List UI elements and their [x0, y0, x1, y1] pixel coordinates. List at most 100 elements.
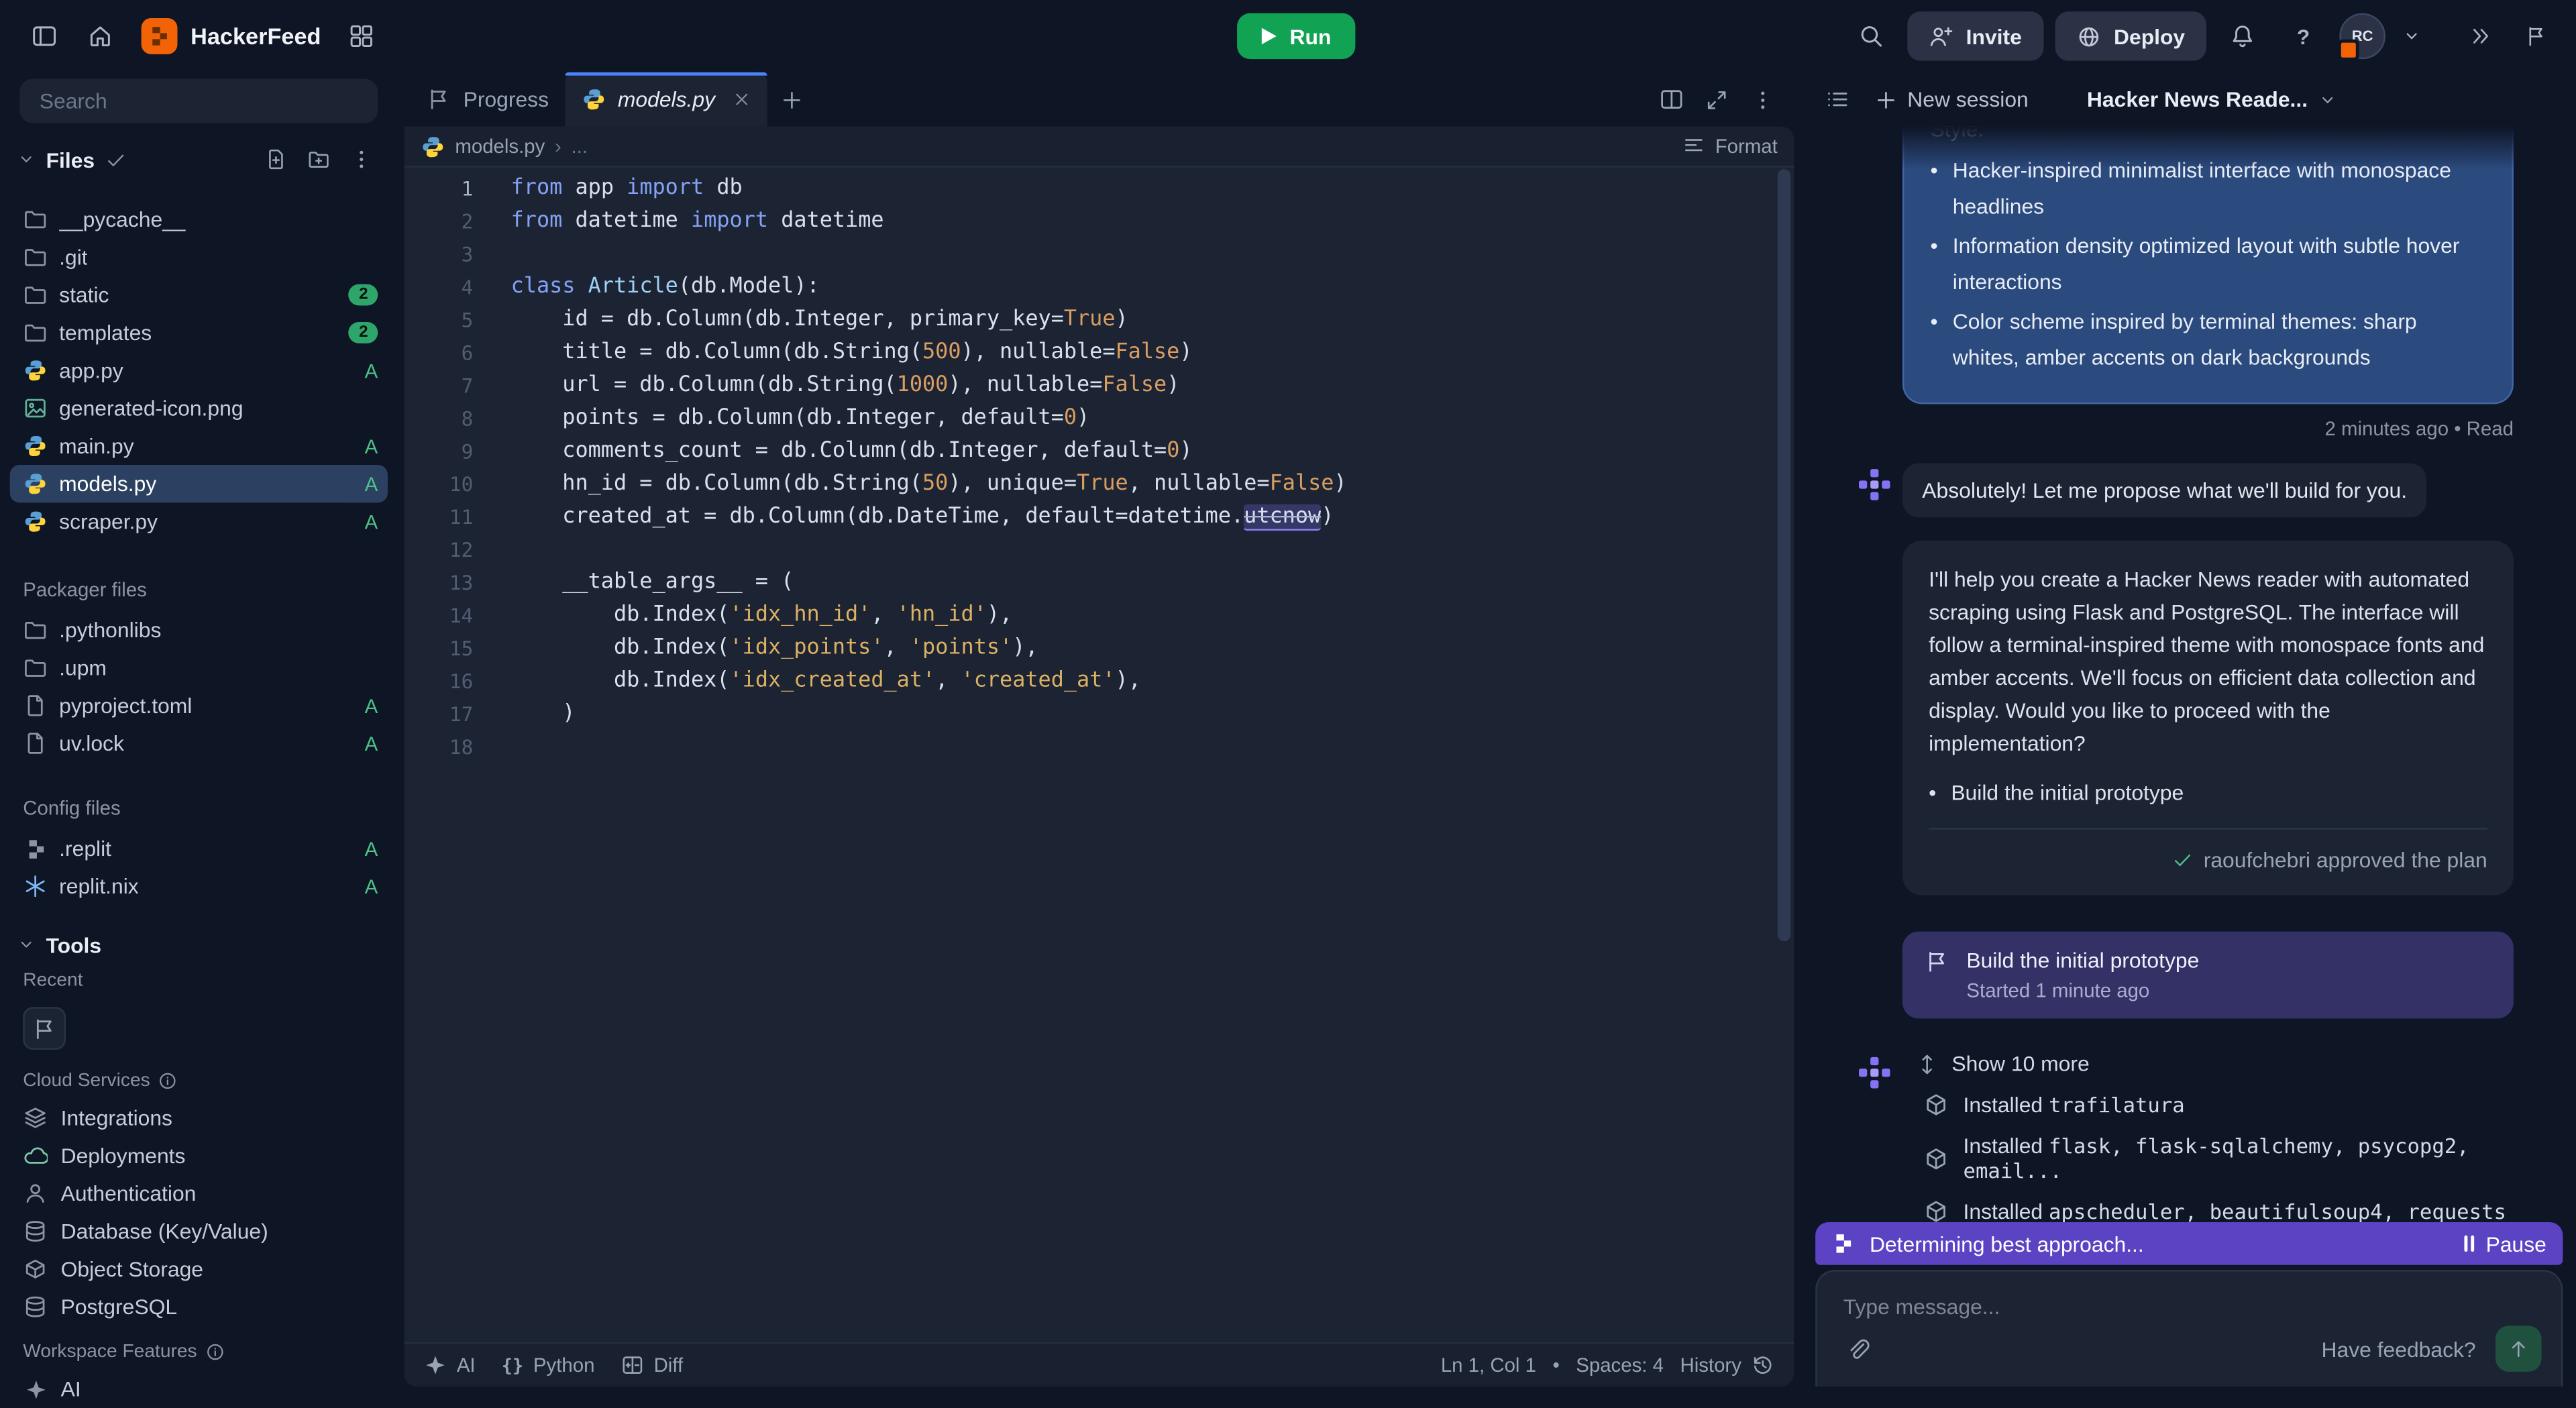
code-line[interactable]: comments_count = db.Column(db.Integer, d… — [511, 435, 1347, 468]
code-line[interactable]: class Article(db.Model): — [511, 271, 1347, 304]
account-menu-button[interactable] — [2397, 11, 2426, 60]
code-line[interactable]: url = db.Column(db.String(1000), nullabl… — [511, 370, 1347, 402]
message-timestamp: 2 minutes ago • Read — [1902, 417, 2514, 440]
pause-button[interactable]: Pause — [2464, 1232, 2546, 1256]
sidebar-item-integrations[interactable]: Integrations — [0, 1099, 398, 1136]
code-line[interactable]: id = db.Column(db.Integer, primary_key=T… — [511, 304, 1347, 337]
file-row[interactable]: pyproject.tomlA — [10, 687, 388, 724]
style-bullet-list: Hacker-inspired minimalist interface wit… — [1931, 153, 2486, 376]
code-line[interactable]: db.Index('idx_hn_id', 'hn_id'), — [511, 600, 1347, 633]
collapse-panel-button[interactable] — [2461, 11, 2501, 60]
send-button[interactable] — [2496, 1325, 2542, 1372]
change-count-badge: 2 — [349, 322, 378, 343]
code-line[interactable]: created_at = db.Column(db.DateTime, defa… — [511, 501, 1347, 534]
code-line[interactable]: title = db.Column(db.String(500), nullab… — [511, 337, 1347, 370]
code-line[interactable]: db.Index('idx_points', 'points'), — [511, 633, 1347, 665]
sidebar-item-object-storage[interactable]: Object Storage — [0, 1250, 398, 1288]
file-row[interactable]: models.pyA — [10, 465, 388, 502]
file-row[interactable]: generated-icon.png — [10, 389, 388, 427]
code-line[interactable]: from datetime import datetime — [511, 205, 1347, 238]
notifications-button[interactable] — [2218, 11, 2267, 60]
code-line[interactable]: ) — [511, 698, 1347, 731]
breadcrumb-file[interactable]: models.py — [455, 135, 545, 158]
statusbar-language[interactable]: {} Python — [502, 1354, 595, 1376]
code-line[interactable] — [511, 731, 1347, 764]
flag-button[interactable] — [2517, 11, 2557, 60]
sidebar-toggle-button[interactable] — [19, 11, 68, 60]
doc-icon — [23, 731, 48, 756]
invite-button[interactable]: Invite — [1907, 11, 2043, 60]
maximize-button[interactable] — [1695, 78, 1738, 121]
repl-chip[interactable]: HackerFeed — [142, 18, 321, 54]
show-more-button[interactable]: Show 10 more — [1916, 1051, 2514, 1076]
scrollbar-thumb[interactable] — [1778, 169, 1791, 941]
file-row[interactable]: .git — [10, 238, 388, 276]
statusbar-diff[interactable]: Diff — [621, 1354, 684, 1376]
file-row[interactable]: templates2 — [10, 314, 388, 351]
files-section-header[interactable]: Files — [0, 145, 398, 174]
session-title[interactable]: Hacker News Reade... — [2087, 87, 2337, 112]
tab-models-py[interactable]: models.py — [566, 72, 768, 127]
code-line[interactable]: points = db.Column(db.Integer, default=0… — [511, 402, 1347, 435]
files-menu-button[interactable] — [341, 140, 381, 179]
file-row[interactable]: .pythonlibs — [10, 611, 388, 649]
run-label: Run — [1289, 24, 1331, 49]
message-composer[interactable]: Have feedback? — [1815, 1270, 2563, 1387]
editor-scrollbar[interactable] — [1778, 169, 1791, 1340]
sidebar-item-authentication[interactable]: Authentication — [0, 1175, 398, 1212]
tab-progress[interactable]: Progress — [411, 72, 565, 127]
close-tab-icon[interactable] — [733, 91, 751, 109]
sidebar-item-database-key-value-[interactable]: Database (Key/Value) — [0, 1212, 398, 1250]
task-progress-card[interactable]: Build the initial prototype Started 1 mi… — [1902, 932, 2514, 1019]
message-input[interactable] — [1840, 1293, 2545, 1321]
search-input[interactable] — [36, 87, 362, 115]
file-row[interactable]: app.pyA — [10, 351, 388, 389]
cursor-position[interactable]: Ln 1, Col 1 — [1441, 1354, 1536, 1376]
format-button[interactable]: Format — [1682, 135, 1778, 158]
sidebar-item-deployments[interactable]: Deployments — [0, 1137, 398, 1175]
new-folder-button[interactable] — [299, 140, 339, 179]
tools-section-header[interactable]: Tools — [0, 930, 398, 959]
new-tab-button[interactable] — [767, 72, 816, 127]
attach-button[interactable] — [1837, 1329, 1876, 1368]
code-line[interactable]: db.Index('idx_created_at', 'created_at')… — [511, 665, 1347, 698]
file-row[interactable]: __pycache__ — [10, 201, 388, 238]
code-line[interactable] — [511, 238, 1347, 271]
file-row[interactable]: static2 — [10, 276, 388, 313]
apps-grid-button[interactable] — [337, 11, 386, 60]
sidebar-item-ai[interactable]: AI — [0, 1370, 398, 1407]
file-row[interactable]: uv.lockA — [10, 724, 388, 762]
nix-icon — [23, 874, 48, 899]
diff-icon — [621, 1354, 644, 1376]
deploy-button[interactable]: Deploy — [2055, 11, 2206, 60]
split-view-button[interactable] — [1650, 78, 1693, 121]
file-row[interactable]: .replitA — [10, 830, 388, 867]
pane-menu-button[interactable] — [1741, 78, 1784, 121]
statusbar-ai[interactable]: AI — [424, 1354, 476, 1376]
code-line[interactable] — [511, 534, 1347, 567]
indent-setting[interactable]: Spaces: 4 — [1576, 1354, 1664, 1376]
sidebar-item-postgresql[interactable]: PostgreSQL — [0, 1288, 398, 1325]
recent-tool-button[interactable] — [23, 1007, 66, 1050]
help-button[interactable]: ? — [2279, 11, 2328, 60]
user-avatar[interactable]: RC — [2339, 13, 2385, 60]
code-line[interactable]: hn_id = db.Column(db.String(50), unique=… — [511, 468, 1347, 501]
home-button[interactable] — [76, 11, 125, 60]
run-button[interactable]: Run — [1237, 13, 1356, 60]
file-name: uv.lock — [59, 731, 124, 756]
global-search-button[interactable] — [1846, 11, 1895, 60]
breadcrumb-more[interactable]: ... — [572, 135, 588, 158]
code-line[interactable]: __table_args__ = ( — [511, 567, 1347, 600]
file-row[interactable]: main.pyA — [10, 427, 388, 465]
new-file-button[interactable] — [256, 140, 296, 179]
code-line[interactable]: from app import db — [511, 172, 1347, 205]
code-editor[interactable]: 123456789101112131415161718 from app imp… — [404, 166, 1794, 1344]
file-row[interactable]: scraper.pyA — [10, 502, 388, 540]
history-button[interactable]: History — [1680, 1354, 1774, 1376]
file-row[interactable]: .upm — [10, 649, 388, 686]
new-session-button[interactable]: New session — [1868, 87, 2035, 112]
sessions-list-button[interactable] — [1815, 78, 1858, 121]
file-row[interactable]: replit.nixA — [10, 867, 388, 905]
feedback-link[interactable]: Have feedback? — [2322, 1336, 2476, 1361]
sidebar-search[interactable] — [19, 79, 378, 123]
